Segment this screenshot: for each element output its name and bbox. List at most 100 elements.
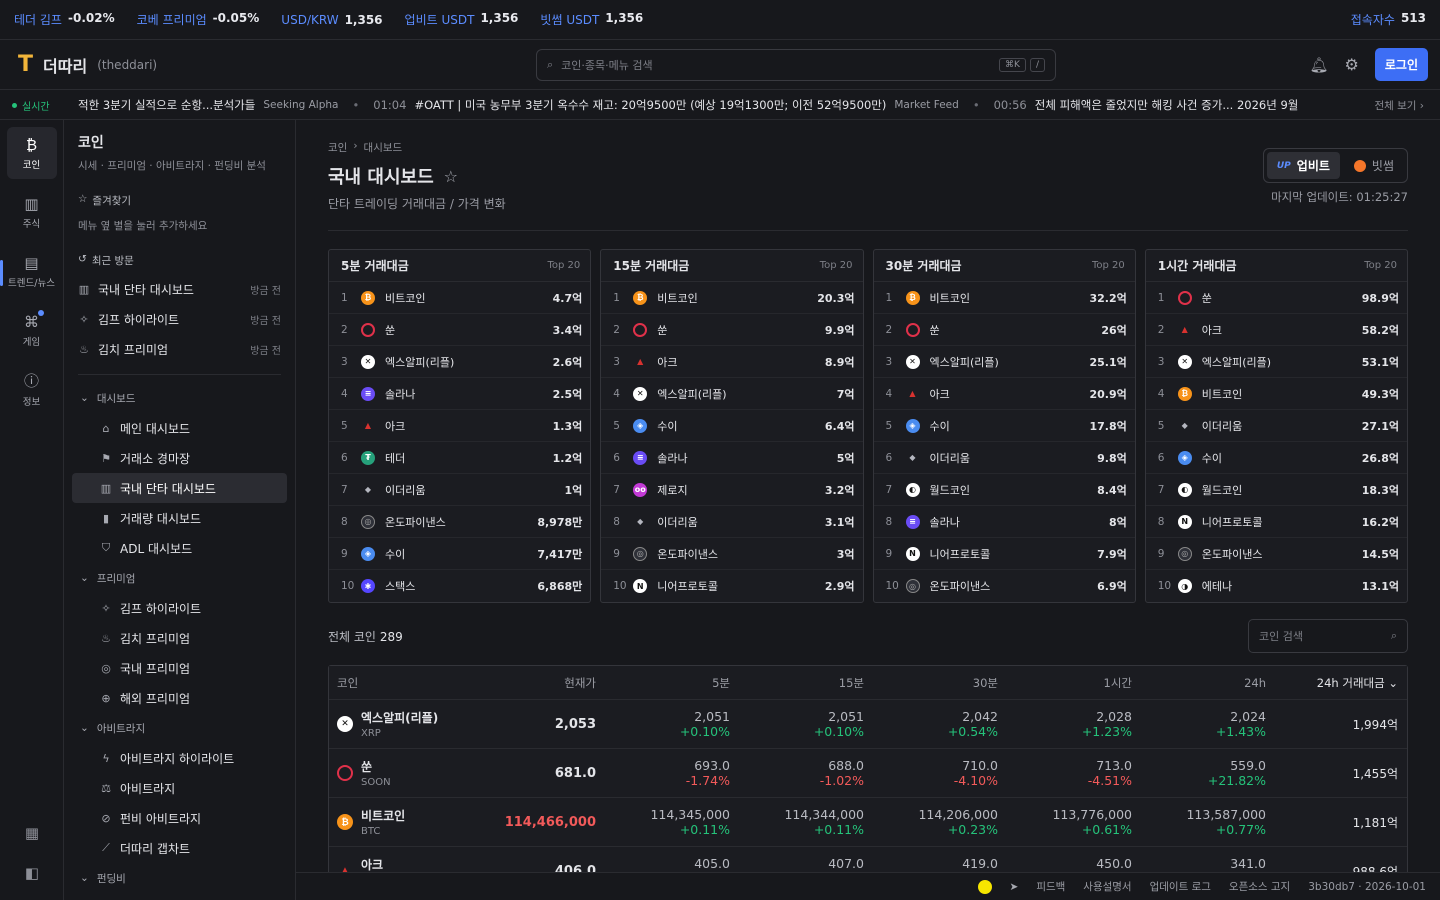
nav-item[interactable]: ◎ 국내 프리미엄 xyxy=(72,653,287,683)
login-button[interactable]: 로그인 xyxy=(1374,48,1428,81)
card-row[interactable]: 7 ◐ 월드코인 8.4억 xyxy=(873,474,1135,506)
nav-item[interactable]: ⟋ 더따리 갭차트 xyxy=(72,833,287,863)
footer-link[interactable]: 사용설명서 xyxy=(1083,879,1131,894)
card-row[interactable]: 4 ≡ 솔라나 2.5억 xyxy=(329,378,591,410)
rail-item-0[interactable]: ₿ 코인 xyxy=(6,127,57,179)
card-row[interactable]: 2 쑨 26억 xyxy=(873,314,1135,346)
rail-item-1[interactable]: ▥ 주식 xyxy=(7,186,57,238)
card-row[interactable]: 7 ◆ 이더리움 1억 xyxy=(329,474,591,506)
rail-item-3[interactable]: ⌘ 게임 xyxy=(7,304,57,356)
exchange-upbit-button[interactable]: UP 업비트 xyxy=(1266,152,1340,179)
column-header[interactable]: 24h xyxy=(1132,676,1266,690)
card-row[interactable]: 5 ◆ 이더리움 27.1억 xyxy=(1145,410,1407,442)
card-row[interactable]: 1 쑨 98.9억 xyxy=(1145,282,1407,314)
stat-label[interactable]: 업비트 USDT xyxy=(405,11,475,28)
exchange-bithumb-button[interactable]: 빗썸 xyxy=(1344,152,1404,179)
card-row[interactable]: 8 ◆ 이더리움 3.1억 xyxy=(601,506,863,538)
card-row[interactable]: 8 ≡ 솔라나 8억 xyxy=(873,506,1135,538)
ticker-item[interactable]: 00:56 전체 피해액은 줄었지만 해킹 사건 증가... 2026년 9월 xyxy=(994,97,1299,113)
card-row[interactable]: 9 N 니어프로토콜 7.9억 xyxy=(873,538,1135,570)
card-row[interactable]: 6 ◈ 수이 26.8억 xyxy=(1145,442,1407,474)
nav-item[interactable]: ⚖ 아비트라지 xyxy=(72,773,287,803)
nav-item[interactable]: ⌂ 메인 대시보드 xyxy=(72,413,287,443)
ticker-item[interactable]: 01:04 #OATT | 미국 농무부 3분기 옥수수 재고: 20억9500만… xyxy=(373,97,959,113)
column-header[interactable]: 24h 거래대금 ⌄ xyxy=(1266,675,1406,691)
table-row[interactable]: ✕ 엑스알피(리플) XRP 2,053 2,051 +0.10% 2,051 +0.10% 2… xyxy=(329,700,1407,749)
card-row[interactable]: 9 ◎ 온도파이낸스 3억 xyxy=(601,538,863,570)
card-row[interactable]: 3 ✕ 엑스알피(리플) 2.6억 xyxy=(329,346,591,378)
card-row[interactable]: 6 ◆ 이더리움 9.8억 xyxy=(873,442,1135,474)
breadcrumb-dashboard[interactable]: 대시보드 xyxy=(364,140,403,155)
column-header[interactable]: 15분 xyxy=(730,675,864,691)
footer-link[interactable]: 피드백 xyxy=(1036,879,1065,894)
card-row[interactable]: 8 N 니어프로토콜 16.2억 xyxy=(1145,506,1407,538)
column-header[interactable]: 코인 xyxy=(329,675,489,691)
nav-item[interactable]: ⊕ 해외 프리미엄 xyxy=(72,683,287,713)
nav-group-2[interactable]: ⌄ 아비트라지 xyxy=(72,713,287,743)
nav-group-1[interactable]: ⌄ 프리미엄 xyxy=(72,563,287,593)
stat-label[interactable]: USD/KRW xyxy=(281,13,338,27)
recent-item[interactable]: ♨ 김치 프리미엄 방금 전 xyxy=(72,334,287,364)
nav-item[interactable]: ⛉ ADL 대시보드 xyxy=(72,533,287,563)
card-row[interactable]: 10 ✱ 스택스 6,868만 xyxy=(329,570,590,602)
nav-group-3[interactable]: ⌄ 펀딩비 xyxy=(72,863,287,893)
nav-item[interactable]: ϟ 아비트라지 하이라이트 xyxy=(72,743,287,773)
nav-group-0[interactable]: ⌄ 대시보드 xyxy=(72,383,287,413)
card-row[interactable]: 2 쑨 9.9억 xyxy=(601,314,863,346)
stat-label[interactable]: 테더 김프 xyxy=(14,11,62,28)
card-row[interactable]: 4 ₿ 비트코인 49.3억 xyxy=(1145,378,1407,410)
card-row[interactable]: 5 ◈ 수이 6.4억 xyxy=(601,410,863,442)
card-row[interactable]: 3 ✕ 엑스알피(리플) 25.1억 xyxy=(873,346,1135,378)
card-row[interactable]: 7 ◐ 월드코인 18.3억 xyxy=(1145,474,1407,506)
nav-item[interactable]: ⚑ 거래소 경마장 xyxy=(72,443,287,473)
nav-item[interactable]: ✧ 김프 하이라이트 xyxy=(72,593,287,623)
coin-search-input[interactable]: 코인 검색 ⌕ xyxy=(1248,619,1408,653)
card-row[interactable]: 1 ₿ 비트코인 20.3억 xyxy=(601,282,863,314)
recent-item[interactable]: ▥ 국내 단타 대시보드 방금 전 xyxy=(72,274,287,304)
card-row[interactable]: 7 oo 제로지 3.2억 xyxy=(601,474,863,506)
collapse-sidebar-icon[interactable]: ◧ xyxy=(25,864,39,882)
recent-item[interactable]: ✧ 김프 하이라이트 방금 전 xyxy=(72,304,287,334)
logo[interactable]: T 더따리 (theddari) xyxy=(18,52,536,77)
card-row[interactable]: 4 ▲ 아크 20.9억 xyxy=(873,378,1135,410)
card-row[interactable]: 9 ◎ 온도파이낸스 14.5억 xyxy=(1145,538,1407,570)
card-row[interactable]: 10 ◑ 에테나 13.1억 xyxy=(1146,570,1407,602)
card-row[interactable]: 8 ◎ 온도파이낸스 8,978만 xyxy=(329,506,591,538)
column-header[interactable]: 30분 xyxy=(864,675,998,691)
kakao-icon[interactable] xyxy=(977,879,992,894)
footer-link[interactable]: 업데이트 로그 xyxy=(1150,879,1211,894)
global-search-input[interactable]: ⌕ 코인·종목·메뉴 검색 ⌘K / xyxy=(536,48,1056,81)
nav-item[interactable]: ♨ 김치 프리미엄 xyxy=(72,623,287,653)
ticker-view-all-link[interactable]: 전체 보기 › xyxy=(1364,90,1440,119)
rail-item-2[interactable]: ▤ 트렌드/뉴스 xyxy=(7,245,57,297)
card-row[interactable]: 10 N 니어프로토콜 2.9억 xyxy=(601,570,862,602)
card-row[interactable]: 9 ◈ 수이 7,417만 xyxy=(329,538,591,570)
favorite-star-icon[interactable]: ☆ xyxy=(444,167,458,186)
card-row[interactable]: 10 ◎ 온도파이낸스 6.9억 xyxy=(874,570,1135,602)
card-row[interactable]: 1 ₿ 비트코인 32.2억 xyxy=(873,282,1135,314)
card-row[interactable]: 5 ▲ 아크 1.3억 xyxy=(329,410,591,442)
card-row[interactable]: 6 ₮ 테더 1.2억 xyxy=(329,442,591,474)
grid-icon[interactable]: ▦ xyxy=(25,824,39,842)
breadcrumb-coin[interactable]: 코인 xyxy=(328,140,347,155)
card-row[interactable]: 6 ≡ 솔라나 5억 xyxy=(601,442,863,474)
card-row[interactable]: 2 쑨 3.4억 xyxy=(329,314,591,346)
column-header[interactable]: 5분 xyxy=(596,675,730,691)
table-row[interactable]: ₿ 비트코인 BTC 114,466,000 114,345,000 +0.11% 114,… xyxy=(329,798,1407,847)
card-row[interactable]: 5 ◈ 수이 17.8억 xyxy=(873,410,1135,442)
card-row[interactable]: 2 ▲ 아크 58.2억 xyxy=(1145,314,1407,346)
telegram-icon[interactable]: ➤ xyxy=(1010,881,1019,893)
column-header[interactable]: 현재가 xyxy=(489,675,596,691)
table-row[interactable]: 쑨 SOON 681.0 693.0 -1.74% 688.0 -1.02% 710.0 -4.… xyxy=(329,749,1407,798)
stat-label[interactable]: 빗썸 USDT xyxy=(540,11,599,28)
ticker-item[interactable]: 적한 3분기 실적으로 순항...분석가들 Seeking Alpha xyxy=(78,97,338,113)
nav-item[interactable]: ⦿실시간 펀비 xyxy=(72,893,287,900)
card-row[interactable]: 3 ▲ 아크 8.9억 xyxy=(601,346,863,378)
card-row[interactable]: 3 ✕ 엑스알피(리플) 53.1억 xyxy=(1145,346,1407,378)
nav-item[interactable]: ▮ 거래량 대시보드 xyxy=(72,503,287,533)
rail-item-4[interactable]: ⓘ 정보 xyxy=(7,363,57,415)
card-row[interactable]: 4 ✕ 엑스알피(리플) 7억 xyxy=(601,378,863,410)
card-row[interactable]: 1 ₿ 비트코인 4.7억 xyxy=(329,282,591,314)
footer-link[interactable]: 오픈소스 고지 xyxy=(1229,879,1290,894)
gear-icon[interactable]: ⚙ xyxy=(1345,55,1359,74)
